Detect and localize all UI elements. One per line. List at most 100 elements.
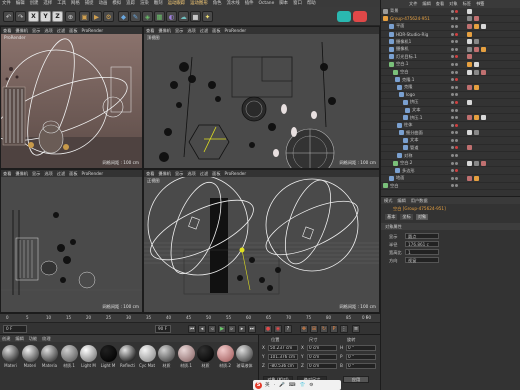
material-swatch[interactable]: Reflecti bbox=[118, 345, 137, 368]
visibility-flags[interactable] bbox=[451, 176, 459, 180]
viewport-menu-item[interactable]: 查看 bbox=[146, 171, 154, 177]
object-name[interactable]: 空白 bbox=[400, 69, 455, 75]
ime-item[interactable]: 英 bbox=[265, 382, 270, 388]
menu-item[interactable]: 创建 bbox=[30, 0, 39, 7]
ime-toolbar[interactable]: S 英 · 🎤 ⌨ 👕 ⚙ bbox=[253, 380, 341, 390]
size-field[interactable]: 0 cm bbox=[307, 354, 337, 360]
orientation-select[interactable]: 视窗 bbox=[405, 257, 439, 263]
visibility-flags[interactable] bbox=[451, 78, 459, 82]
visibility-flags[interactable] bbox=[451, 138, 459, 142]
object-tags[interactable] bbox=[467, 145, 474, 151]
object-name[interactable]: 空白.2 bbox=[400, 160, 455, 166]
object-tags[interactable] bbox=[467, 31, 474, 37]
object-name[interactable]: 灯光目标.1 bbox=[396, 54, 451, 60]
material-swatch[interactable]: Materi bbox=[1, 345, 20, 368]
ime-item[interactable]: 👕 bbox=[299, 383, 305, 388]
menu-item[interactable]: Octane bbox=[259, 0, 275, 7]
attribute-menu-item[interactable]: 模式 bbox=[384, 198, 392, 204]
object-row[interactable]: 管道 bbox=[381, 145, 520, 153]
object-tags[interactable] bbox=[467, 175, 481, 181]
material-swatch[interactable]: 玻璃液体 bbox=[235, 345, 254, 369]
material-swatch[interactable]: 材质 bbox=[157, 345, 176, 369]
visibility-flags[interactable] bbox=[451, 161, 459, 165]
viewport-menu-item[interactable]: 选项 bbox=[187, 171, 195, 177]
material-menu-item[interactable]: 编辑 bbox=[15, 336, 23, 342]
menu-item[interactable]: 渲染 bbox=[140, 0, 149, 7]
viewport-menu-item[interactable]: 过滤 bbox=[200, 171, 208, 177]
apply-button[interactable]: 应用 bbox=[343, 376, 369, 383]
menu-item[interactable]: 捕捉 bbox=[85, 0, 94, 7]
keyframe-icon[interactable]: ? bbox=[284, 325, 292, 333]
viewport-menu-item[interactable]: 摄像机 bbox=[158, 28, 171, 34]
start-frame-field[interactable]: 0 F bbox=[3, 325, 27, 333]
object-row[interactable]: 平面 bbox=[381, 23, 520, 31]
visibility-flags[interactable] bbox=[451, 9, 459, 13]
visibility-flags[interactable] bbox=[451, 146, 459, 150]
octane-icon[interactable] bbox=[337, 11, 351, 22]
menu-item[interactable]: 文件 bbox=[2, 0, 11, 7]
viewport-menu-item[interactable]: 查看 bbox=[146, 28, 154, 34]
viewport-menu-item[interactable]: ProRender bbox=[82, 28, 104, 33]
object-row[interactable]: 克隆 bbox=[381, 84, 520, 92]
rotation-field[interactable]: 0 ° bbox=[346, 363, 376, 369]
first-frame-icon[interactable]: ⏮ bbox=[188, 325, 196, 333]
viewport-menu-item[interactable]: 摄像机 bbox=[15, 28, 28, 34]
object-row[interactable]: 对称 bbox=[381, 152, 520, 160]
object-row[interactable]: 文本 bbox=[381, 137, 520, 145]
viewport-menu-item[interactable]: 面板 bbox=[69, 171, 77, 177]
object-name[interactable]: 摄像机 bbox=[396, 46, 451, 52]
aspect-field[interactable]: 1 bbox=[405, 249, 439, 255]
menu-item[interactable]: 运动图形 bbox=[190, 0, 208, 7]
object-row[interactable]: 多边形 bbox=[381, 167, 520, 176]
object-row[interactable]: 地面 bbox=[381, 175, 520, 183]
object-name[interactable]: 摄像机1 bbox=[396, 39, 451, 45]
visibility-flags[interactable] bbox=[451, 62, 459, 66]
attribute-menu-item[interactable]: 用户数据 bbox=[411, 198, 428, 204]
object-row[interactable]: HDR-Studio-Rig bbox=[381, 31, 520, 39]
viewport-menu-item[interactable]: 面板 bbox=[212, 28, 220, 34]
ime-item[interactable]: · bbox=[274, 383, 275, 388]
viewport-menu-item[interactable]: 面板 bbox=[69, 28, 77, 34]
prev-key-icon[interactable]: ◂ bbox=[198, 325, 206, 333]
visibility-flags[interactable] bbox=[451, 85, 459, 89]
material-menu-item[interactable]: 功能 bbox=[29, 336, 37, 342]
viewport-menu-item[interactable]: 查看 bbox=[3, 28, 11, 34]
timeline-menu-icon[interactable]: ≡ bbox=[352, 325, 360, 333]
object-row[interactable]: 摄像机1 bbox=[381, 38, 520, 46]
menu-item[interactable]: 追踪 bbox=[126, 0, 135, 7]
object-row[interactable]: 空白 bbox=[381, 183, 520, 191]
visibility-flags[interactable] bbox=[451, 131, 459, 135]
pla-key-icon[interactable]: ⋮ bbox=[340, 325, 348, 333]
viewport-menu-item[interactable]: 显示 bbox=[32, 171, 40, 177]
menu-item[interactable]: 雕刻 bbox=[154, 0, 163, 7]
object-name[interactable]: 平面 bbox=[396, 23, 451, 29]
menu-item[interactable]: 编辑 bbox=[16, 0, 25, 7]
object-row[interactable]: 克隆.1 bbox=[381, 76, 520, 84]
menu-item[interactable]: 选择 bbox=[43, 0, 52, 7]
object-tags[interactable] bbox=[467, 16, 481, 22]
play-icon[interactable]: ▶ bbox=[218, 325, 226, 333]
radius-field[interactable]: 176.861 c bbox=[405, 241, 439, 247]
object-row[interactable]: 细分曲面 bbox=[381, 130, 520, 138]
viewport-menu-item[interactable]: 选项 bbox=[44, 171, 52, 177]
param-key-icon[interactable]: P bbox=[330, 325, 338, 333]
rotation-field[interactable]: 0 ° bbox=[346, 354, 376, 360]
viewport-menu-item[interactable]: 显示 bbox=[175, 171, 183, 177]
timeline-ruler[interactable]: 0 5 10 15 20 25 30 35 40 45 50 55 60 65 70 75 80 85 90 0 F bbox=[0, 313, 380, 322]
object-tags[interactable] bbox=[467, 39, 481, 45]
object-row[interactable]: 灯光目标.1 bbox=[381, 54, 520, 62]
visibility-flags[interactable] bbox=[451, 108, 459, 112]
layout-icon[interactable] bbox=[353, 11, 367, 22]
attribute-subtab[interactable]: 坐标 bbox=[400, 214, 413, 220]
end-frame-field[interactable]: 90 F bbox=[155, 325, 171, 333]
material-swatch[interactable]: 材质.1 bbox=[60, 345, 79, 369]
attribute-menu-item[interactable]: 编辑 bbox=[397, 198, 405, 204]
object-name[interactable]: 地面 bbox=[396, 175, 451, 181]
visibility-flags[interactable] bbox=[451, 100, 459, 104]
visibility-flags[interactable] bbox=[451, 169, 459, 173]
size-field[interactable]: 0 cm bbox=[307, 345, 337, 351]
position-field[interactable]: -80.536 cm bbox=[268, 363, 298, 369]
object-row[interactable]: 柱体 bbox=[381, 122, 520, 130]
object-tags[interactable] bbox=[467, 46, 488, 52]
visibility-flags[interactable] bbox=[451, 70, 459, 74]
